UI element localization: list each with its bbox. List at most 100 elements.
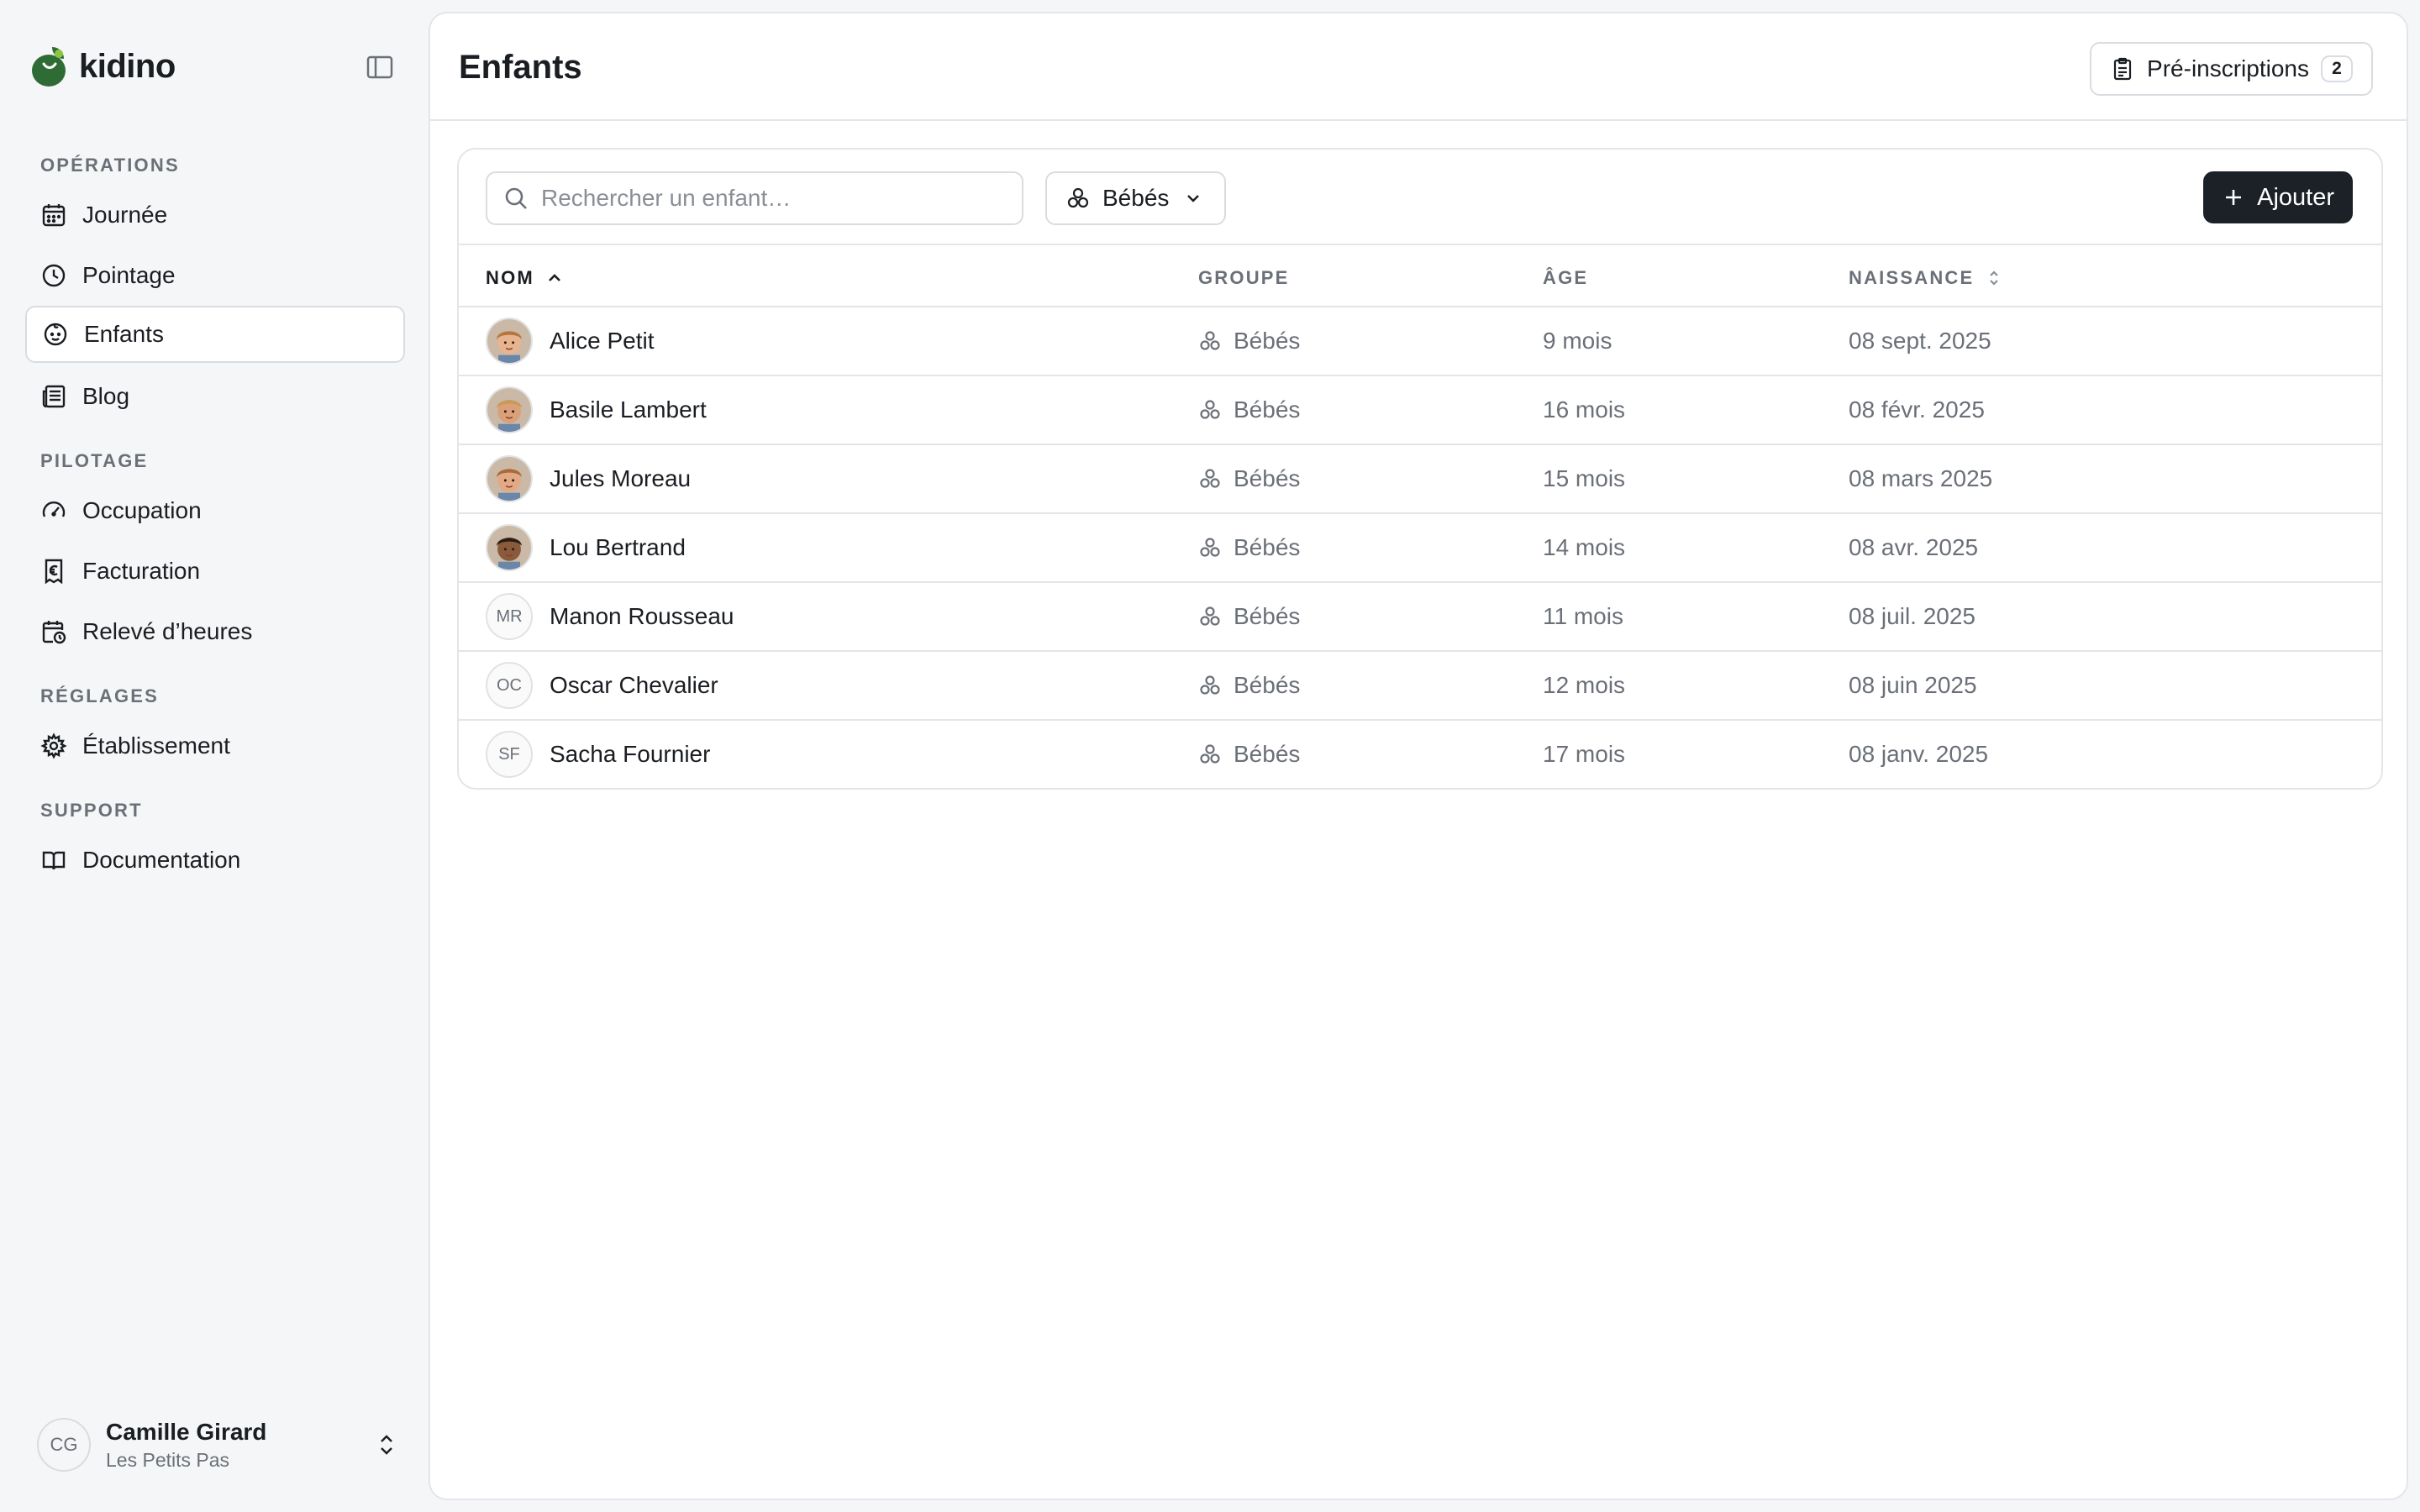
clipboard-icon bbox=[2113, 57, 2132, 81]
group-icon bbox=[1200, 400, 1220, 419]
section-label-operations: OPÉRATIONS bbox=[40, 155, 180, 176]
cell-name: OC Oscar Chevalier bbox=[486, 652, 718, 719]
sidebar-item-label: Relevé d’heures bbox=[82, 618, 253, 644]
table-row[interactable]: OC Oscar Chevalier Bébés 12 mois 08 juin… bbox=[459, 652, 2381, 721]
cell-age: 15 mois bbox=[1543, 465, 1626, 491]
table-row[interactable]: Jules Moreau Bébés 15 mois 08 mars 2025 bbox=[459, 445, 2381, 514]
group-icon bbox=[1200, 469, 1220, 488]
gear-icon bbox=[40, 732, 67, 759]
cell-age: 17 mois bbox=[1543, 741, 1626, 767]
child-name[interactable]: Lou Bertrand bbox=[550, 534, 686, 561]
table-row[interactable]: Lou Bertrand Bébés 14 mois 08 avr. 2025 bbox=[459, 514, 2381, 583]
search-input[interactable] bbox=[541, 185, 1012, 212]
sidebar-toggle-icon[interactable] bbox=[363, 52, 397, 82]
cell-birthdate: 08 sept. 2025 bbox=[1849, 328, 1991, 354]
cell-group: Bébés bbox=[1198, 376, 1300, 444]
cell-birthdate: 08 juin 2025 bbox=[1849, 672, 1977, 698]
brand-name: kidino bbox=[79, 47, 176, 85]
cell-group: Bébés bbox=[1198, 307, 1300, 375]
cell-name: Basile Lambert bbox=[486, 376, 707, 444]
cell-name: Jules Moreau bbox=[486, 445, 691, 512]
group-label: Bébés bbox=[1234, 741, 1301, 767]
group-icon bbox=[1200, 675, 1220, 695]
avatar bbox=[486, 386, 533, 433]
user-menu[interactable]: CG Camille Girard Les Petits Pas bbox=[37, 1418, 400, 1472]
cell-name: MR Manon Rousseau bbox=[486, 583, 734, 650]
preinscriptions-label: Pré-inscriptions bbox=[2147, 55, 2309, 81]
child-name[interactable]: Alice Petit bbox=[550, 328, 655, 354]
main-panel: Enfants Pré-inscriptions 2 Bébés Ajouter bbox=[429, 12, 2408, 1500]
cell-birthdate: 08 juil. 2025 bbox=[1849, 603, 1976, 629]
calendar-icon bbox=[42, 204, 66, 227]
sidebar-item-journee[interactable]: Journée bbox=[25, 186, 405, 244]
sidebar-item-label: Facturation bbox=[82, 558, 201, 584]
chevrons-up-down-icon[interactable] bbox=[373, 1431, 400, 1458]
table-row[interactable]: SF Sacha Fournier Bébés 17 mois 08 janv.… bbox=[459, 721, 2381, 788]
sidebar-item-label: Occupation bbox=[82, 497, 202, 523]
cell-group: Bébés bbox=[1198, 445, 1300, 512]
sidebar-item-etablissement[interactable]: Établissement bbox=[25, 717, 405, 774]
group-label: Bébés bbox=[1234, 672, 1301, 698]
group-label: Bébés bbox=[1234, 396, 1301, 423]
sidebar-item-blog[interactable]: Blog bbox=[25, 368, 405, 425]
table-toolbar: Bébés Ajouter bbox=[459, 150, 2381, 245]
column-header-naissance[interactable]: NAISSANCE bbox=[1849, 267, 2004, 289]
cell-age: 16 mois bbox=[1543, 396, 1626, 423]
book-icon bbox=[42, 851, 66, 870]
search-field[interactable] bbox=[486, 171, 1023, 225]
sidebar-item-enfants[interactable]: Enfants bbox=[25, 306, 405, 363]
count-badge: 2 bbox=[2321, 55, 2353, 82]
sidebar-item-label: Journée bbox=[82, 202, 168, 228]
group-label: Bébés bbox=[1234, 534, 1301, 560]
newspaper-icon bbox=[42, 385, 66, 408]
group-label: Bébés bbox=[1234, 328, 1301, 354]
cell-name: SF Sacha Fournier bbox=[486, 721, 710, 788]
cell-group: Bébés bbox=[1198, 721, 1300, 788]
sidebar-item-label: Blog bbox=[82, 383, 130, 409]
child-name[interactable]: Jules Moreau bbox=[550, 465, 691, 492]
cell-age: 9 mois bbox=[1543, 328, 1612, 354]
sort-ascending-icon bbox=[549, 274, 560, 281]
avatar: OC bbox=[486, 662, 533, 709]
avatar: SF bbox=[486, 731, 533, 778]
preinscriptions-button[interactable]: Pré-inscriptions 2 bbox=[2090, 42, 2373, 96]
group-filter-value: Bébés bbox=[1102, 185, 1170, 211]
child-name[interactable]: Basile Lambert bbox=[550, 396, 707, 423]
add-button-label: Ajouter bbox=[2257, 183, 2334, 211]
column-header-nom[interactable]: NOM bbox=[486, 267, 565, 289]
child-name[interactable]: Sacha Fournier bbox=[550, 741, 710, 768]
plus-icon bbox=[2226, 190, 2242, 205]
cell-group: Bébés bbox=[1198, 652, 1300, 719]
clock-icon bbox=[42, 264, 66, 287]
add-child-button[interactable]: Ajouter bbox=[2203, 171, 2353, 223]
table-header: NOM GROUPE ÂGE NAISSANCE bbox=[459, 245, 2381, 307]
user-name: Camille Girard bbox=[106, 1418, 267, 1445]
sidebar-item-facturation[interactable]: Facturation bbox=[25, 543, 405, 600]
group-icon bbox=[1200, 606, 1220, 626]
user-organization: Les Petits Pas bbox=[106, 1448, 230, 1471]
sidebar: kidino OPÉRATIONS Journée Pointage Enfan… bbox=[0, 0, 430, 1512]
cell-name: Lou Bertrand bbox=[486, 514, 686, 581]
brand[interactable]: kidino bbox=[30, 44, 176, 89]
column-label: ÂGE bbox=[1543, 267, 1589, 288]
invoice-euro-icon bbox=[45, 559, 63, 585]
child-name[interactable]: Manon Rousseau bbox=[550, 603, 734, 630]
cell-birthdate: 08 janv. 2025 bbox=[1849, 741, 1989, 767]
group-filter-select[interactable]: Bébés bbox=[1045, 171, 1227, 225]
table-row[interactable]: MR Manon Rousseau Bébés 11 mois 08 juil.… bbox=[459, 583, 2381, 652]
column-label: NOM bbox=[486, 267, 534, 288]
table-row[interactable]: Alice Petit Bébés 9 mois 08 sept. 2025 bbox=[459, 307, 2381, 376]
table-row[interactable]: Basile Lambert Bébés 16 mois 08 févr. 20… bbox=[459, 376, 2381, 445]
avatar bbox=[486, 524, 533, 571]
gauge-icon bbox=[42, 501, 66, 517]
column-label: NAISSANCE bbox=[1849, 267, 1975, 288]
cell-group: Bébés bbox=[1198, 514, 1300, 581]
sidebar-item-documentation[interactable]: Documentation bbox=[25, 832, 405, 889]
child-name[interactable]: Oscar Chevalier bbox=[550, 672, 718, 699]
calendar-clock-icon bbox=[42, 621, 66, 644]
sidebar-item-pointage[interactable]: Pointage bbox=[25, 247, 405, 304]
sidebar-item-occupation[interactable]: Occupation bbox=[25, 482, 405, 539]
cell-name: Alice Petit bbox=[486, 307, 655, 375]
cell-birthdate: 08 mars 2025 bbox=[1849, 465, 1993, 491]
sidebar-item-releve-heures[interactable]: Relevé d’heures bbox=[25, 603, 405, 660]
